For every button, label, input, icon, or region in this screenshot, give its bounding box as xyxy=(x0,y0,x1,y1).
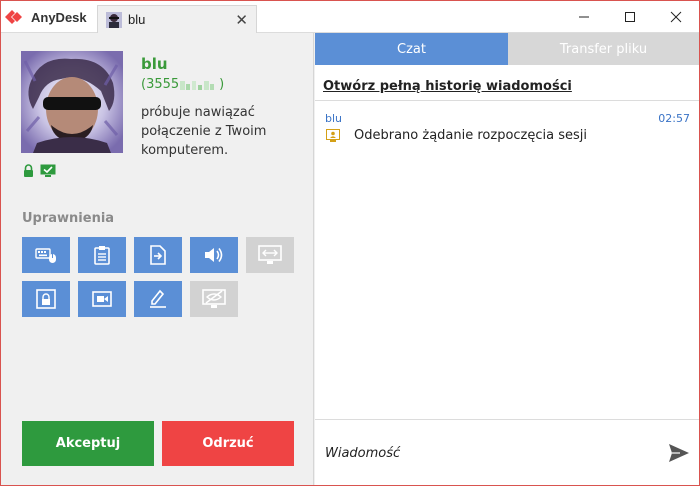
tab-blu[interactable]: blu ✕ xyxy=(97,5,257,33)
monitor-check-icon xyxy=(40,164,56,177)
divider xyxy=(315,100,699,101)
app-brand: AnyDesk xyxy=(5,7,87,27)
chat-panel: Czat Transfer pliku Otwórz pełną histori… xyxy=(315,33,699,485)
tab-file-transfer[interactable]: Transfer pliku xyxy=(508,33,699,65)
tab-chat[interactable]: Czat xyxy=(315,33,508,65)
permission-pen-draw[interactable] xyxy=(134,281,182,317)
app-name: AnyDesk xyxy=(31,9,87,25)
message-sender: blu xyxy=(325,112,343,125)
send-icon[interactable] xyxy=(667,441,691,465)
window-close-icon xyxy=(670,11,682,23)
window-controls xyxy=(561,1,699,33)
request-message: próbuje nawiązać połączenie z Twoim komp… xyxy=(141,105,267,158)
tab-label: blu xyxy=(128,12,146,27)
video-record-icon xyxy=(92,291,112,307)
lock-screen-icon xyxy=(36,289,56,309)
avatar xyxy=(21,51,123,153)
minimize-button[interactable] xyxy=(561,1,607,33)
contact-id-close-paren: ) xyxy=(219,77,225,92)
permission-clipboard[interactable] xyxy=(78,237,126,273)
file-transfer-icon xyxy=(150,245,166,265)
contact-name: blu xyxy=(141,55,168,73)
open-history-link[interactable]: Otwórz pełną historię wiadomości xyxy=(323,79,572,94)
title-bar: AnyDesk blu ✕ xyxy=(1,1,699,33)
sound-icon xyxy=(205,248,223,262)
permission-privacy-mode[interactable] xyxy=(190,281,238,317)
anydesk-window: AnyDesk blu ✕ blu (3555) próbuje nawiąz… xyxy=(0,0,700,486)
close-icon[interactable]: ✕ xyxy=(235,11,248,29)
message-composer xyxy=(315,419,699,485)
redacted-id-icon xyxy=(180,80,215,90)
clipboard-icon xyxy=(94,246,110,265)
contact-id: (3555 ) xyxy=(141,77,224,92)
maximize-icon xyxy=(625,12,635,22)
keyboard-mouse-icon xyxy=(35,248,56,263)
permission-sound[interactable] xyxy=(190,237,238,273)
reject-button[interactable]: Odrzuć xyxy=(162,421,294,466)
privacy-mode-icon xyxy=(202,289,226,308)
minimize-icon xyxy=(579,16,589,18)
message-input[interactable] xyxy=(325,442,645,464)
window-close-button[interactable] xyxy=(653,1,699,33)
contact-avatar-icon xyxy=(106,11,122,28)
message-text: Odebrano żądanie rozpoczęcia sesji xyxy=(354,128,587,143)
accept-button[interactable]: Akceptuj xyxy=(22,421,154,466)
permission-lock-screen[interactable] xyxy=(22,281,70,317)
permission-keyboard-mouse[interactable] xyxy=(22,237,70,273)
lock-icon xyxy=(24,164,33,177)
permissions-label: Uprawnienia xyxy=(22,211,115,226)
message-time: 02:57 xyxy=(658,112,690,125)
permission-file-transfer[interactable] xyxy=(134,237,182,273)
pen-draw-icon xyxy=(150,289,166,308)
status-icons xyxy=(23,164,56,177)
chat-tabs: Czat Transfer pliku xyxy=(315,33,699,65)
maximize-button[interactable] xyxy=(607,1,653,33)
permission-video-record[interactable] xyxy=(78,281,126,317)
anydesk-logo-icon xyxy=(5,10,22,24)
permission-monitor-swap[interactable] xyxy=(246,237,294,273)
incoming-request-panel: blu (3555 ) próbuje nawiązać połączenie … xyxy=(1,33,314,485)
monitor-swap-icon xyxy=(258,245,282,264)
contact-id-text: (3555 xyxy=(141,77,180,92)
session-request-icon xyxy=(326,129,340,142)
